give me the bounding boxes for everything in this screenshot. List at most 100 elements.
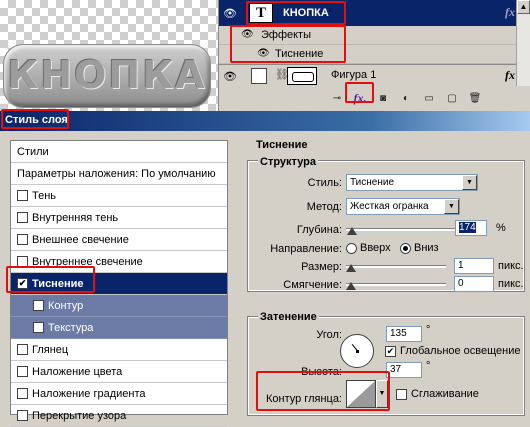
styles-header[interactable]: Стили: [11, 141, 227, 163]
direction-down-radio[interactable]: Вниз: [400, 242, 439, 254]
style-item-bevel[interactable]: ✔ Тиснение: [11, 273, 227, 295]
layers-panel: 👁 T КНОПКА fx 👁 Эффекты 👁 Тиснение 👁 ⛓ Ф…: [218, 0, 530, 111]
soften-slider-thumb[interactable]: [346, 282, 356, 290]
structure-title: Структура: [258, 156, 318, 168]
checkbox[interactable]: [17, 234, 28, 245]
checkbox[interactable]: [17, 256, 28, 267]
settings-panel: Тиснение Структура Стиль: Тиснение ▼ Мет…: [234, 131, 530, 416]
style-item-inner-glow[interactable]: Внутреннее свечение: [11, 251, 227, 273]
style-item-color-overlay[interactable]: Наложение цвета: [11, 361, 227, 383]
radio-button[interactable]: [346, 242, 357, 254]
trash-icon[interactable]: 🗑: [467, 90, 483, 106]
direction-label: Направление:: [270, 243, 342, 255]
fx-icon[interactable]: fx: [505, 5, 515, 20]
depth-slider-thumb[interactable]: [347, 227, 357, 235]
gloss-contour-thumbnail[interactable]: [346, 380, 376, 408]
layers-scrollbar[interactable]: ▲: [516, 0, 530, 86]
style-item-inner-shadow[interactable]: Внутренняя тень: [11, 207, 227, 229]
effects-label: Эффекты: [261, 29, 312, 41]
size-input[interactable]: 1: [454, 258, 494, 274]
add-mask-icon[interactable]: ◙: [375, 90, 391, 106]
layer-name: КНОПКА: [283, 7, 329, 19]
altitude-label: Высота:: [301, 366, 342, 378]
angle-label: Угол:: [316, 329, 342, 341]
style-item-texture[interactable]: Текстура: [11, 317, 227, 339]
soften-unit: пикс.: [498, 278, 524, 290]
style-item-satin[interactable]: Глянец: [11, 339, 227, 361]
scroll-up-icon[interactable]: ▲: [517, 0, 530, 14]
adjustment-layer-icon[interactable]: ◐: [398, 90, 414, 106]
technique-label: Метод:: [306, 201, 342, 213]
style-item-gradient-overlay[interactable]: Наложение градиента: [11, 383, 227, 405]
chevron-down-icon[interactable]: ▼: [462, 175, 477, 190]
checkbox[interactable]: [17, 190, 28, 201]
checkbox-checked[interactable]: ✔: [385, 345, 396, 357]
blend-options-item[interactable]: Параметры наложения: По умолчанию: [11, 163, 227, 185]
angle-unit: °: [426, 324, 431, 336]
gloss-contour-label: Контур глянца:: [265, 393, 342, 405]
checkbox[interactable]: [33, 300, 44, 311]
fx-icon[interactable]: fx: [505, 68, 515, 83]
size-slider[interactable]: [346, 265, 446, 268]
chevron-down-icon[interactable]: ▼: [376, 380, 388, 408]
checkbox[interactable]: [17, 366, 28, 377]
button-preview: КНОПКА: [3, 44, 211, 108]
global-light-checkbox[interactable]: ✔ Глобальное освещение: [385, 345, 521, 357]
style-label: Стиль:: [307, 177, 342, 189]
angle-input[interactable]: 135: [386, 326, 422, 342]
styles-list: Стили Параметры наложения: По умолчанию …: [10, 140, 228, 427]
shading-title: Затенение: [258, 311, 319, 323]
eye-icon[interactable]: 👁: [221, 4, 239, 22]
layer-effect-bevel-row[interactable]: 👁 Тиснение: [219, 45, 530, 64]
layer-row-shape[interactable]: 👁 ⛓ Фигура 1 fx: [219, 64, 530, 86]
soften-input[interactable]: 0: [454, 276, 494, 292]
radio-button-selected[interactable]: [400, 242, 411, 254]
effect-label: Тиснение: [275, 48, 324, 60]
depth-slider[interactable]: [346, 228, 456, 231]
document-canvas[interactable]: КНОПКА: [0, 0, 218, 111]
altitude-unit: °: [426, 360, 431, 372]
checkbox[interactable]: [17, 212, 28, 223]
size-unit: пикс.: [498, 260, 524, 272]
depth-input[interactable]: 174: [455, 220, 487, 236]
eye-icon[interactable]: 👁: [241, 29, 254, 40]
dialog-title: Стиль слоя: [5, 114, 68, 126]
soften-slider[interactable]: [346, 283, 446, 286]
chevron-down-icon[interactable]: ▼: [444, 199, 459, 214]
style-item-drop-shadow[interactable]: Тень: [11, 185, 227, 207]
checkbox-checked[interactable]: ✔: [17, 278, 28, 289]
layer-row-text[interactable]: 👁 T КНОПКА fx: [219, 0, 530, 26]
style-item-pattern-overlay[interactable]: Перекрытие узора: [11, 405, 227, 427]
size-slider-thumb[interactable]: [346, 264, 356, 272]
checkbox[interactable]: [17, 344, 28, 355]
size-label: Размер:: [301, 261, 342, 273]
layers-toolbar: ⊸ fx. ◙ ◐ ▭ ▢ 🗑: [319, 86, 530, 110]
depth-unit: %: [496, 222, 506, 234]
shape-layer-thumbnail: [251, 68, 267, 84]
technique-select[interactable]: Жесткая огранка ▼: [346, 198, 460, 215]
add-layer-style-button[interactable]: fx.: [352, 90, 368, 106]
dialog-titlebar: Стиль слоя: [0, 111, 530, 131]
checkbox[interactable]: [33, 322, 44, 333]
eye-icon[interactable]: 👁: [221, 67, 239, 85]
folder-icon[interactable]: ▭: [421, 90, 437, 106]
altitude-input[interactable]: 37: [386, 362, 422, 378]
layer-style-dialog: Стили Параметры наложения: По умолчанию …: [0, 131, 530, 427]
soften-label: Смягчение:: [283, 279, 342, 291]
style-item-contour[interactable]: Контур: [11, 295, 227, 317]
eye-icon[interactable]: 👁: [257, 48, 270, 59]
text-layer-thumbnail: T: [249, 3, 273, 23]
depth-label: Глубина:: [296, 224, 342, 236]
new-layer-icon[interactable]: ▢: [444, 90, 460, 106]
style-item-outer-glow[interactable]: Внешнее свечение: [11, 229, 227, 251]
checkbox[interactable]: [17, 388, 28, 399]
layer-name: Фигура 1: [331, 69, 377, 81]
layer-effects-row[interactable]: 👁 Эффекты: [219, 26, 530, 45]
antialias-checkbox[interactable]: Сглаживание: [396, 388, 479, 400]
style-select[interactable]: Тиснение ▼: [346, 174, 478, 191]
angle-dial[interactable]: [340, 334, 374, 368]
direction-up-radio[interactable]: Вверх: [346, 242, 391, 254]
checkbox[interactable]: [396, 388, 407, 400]
link-layers-icon[interactable]: ⊸: [329, 90, 345, 106]
checkbox[interactable]: [17, 410, 28, 421]
